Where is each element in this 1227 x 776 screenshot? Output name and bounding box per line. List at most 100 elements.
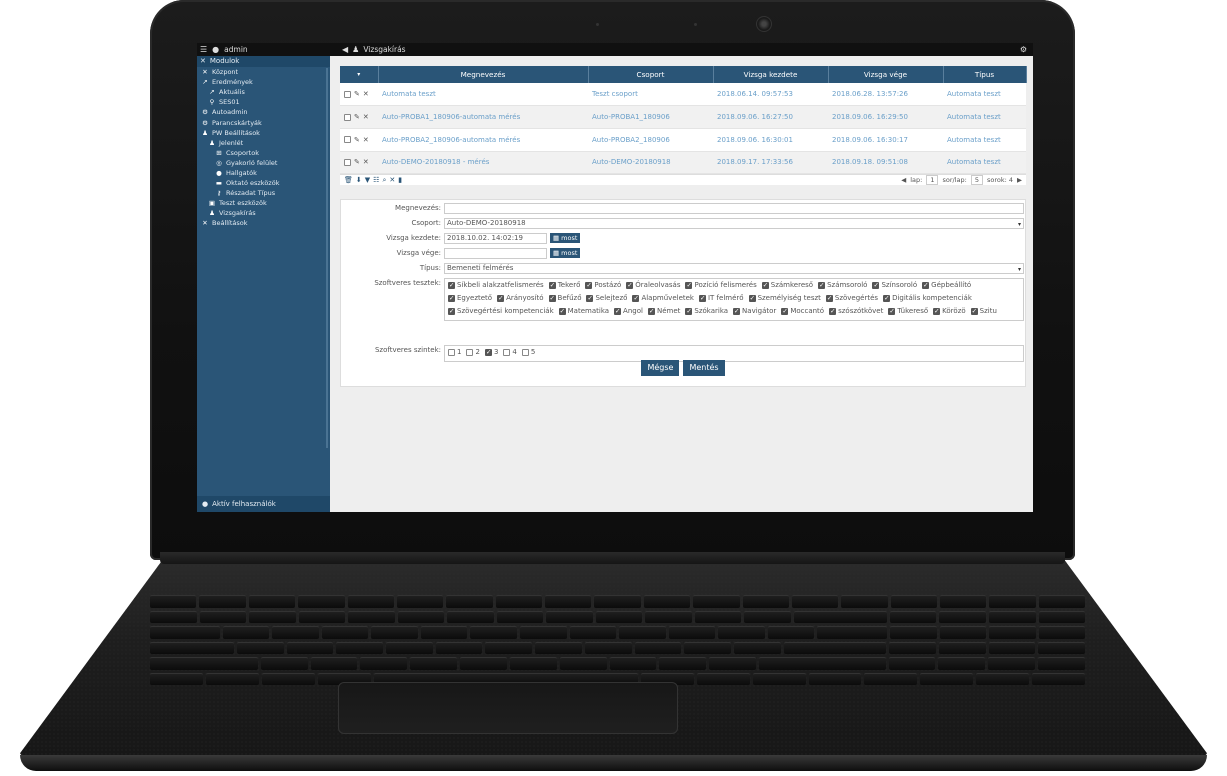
sidebar-item[interactable]: ◎ Gyakorló felület [197, 158, 330, 168]
sidebar-item[interactable]: ↗ Eredmények [197, 77, 330, 87]
test-checkbox[interactable]: Befűző [548, 293, 581, 304]
end-now-button[interactable]: ▦ most [550, 248, 581, 258]
test-checkbox[interactable]: Selejtező [586, 293, 627, 304]
table-row[interactable]: ✎ ✕ Auto-DEMO-20180918 - mérés Auto-DEMO-20… [340, 151, 1026, 175]
test-checkbox[interactable]: Síkbeli alakzatfelismerés [448, 280, 544, 291]
test-checkbox[interactable]: Német [647, 306, 680, 317]
active-users-footer[interactable]: ● Aktív felhasználók [197, 496, 330, 512]
sidebar-item[interactable]: ⚷ Részadat Típus [197, 188, 330, 198]
test-checkbox[interactable]: Tekerő [548, 280, 580, 291]
test-checkbox[interactable]: Szókarika [685, 306, 728, 317]
back-icon[interactable]: ◀ [342, 43, 348, 56]
save-button[interactable]: Mentés [683, 360, 725, 376]
row-checkbox[interactable] [344, 158, 351, 166]
columns-icon[interactable]: ☷ [373, 176, 379, 185]
name-input[interactable] [444, 203, 1024, 214]
delete-icon[interactable]: ✕ [363, 113, 369, 121]
sidebar-item[interactable]: ♟ PW Beállítások [197, 128, 330, 138]
test-checkbox[interactable]: Személyiség teszt [748, 293, 821, 304]
cancel-button[interactable]: Mégse [641, 360, 680, 376]
sidebar-item[interactable]: ↗ Aktuális [197, 87, 330, 97]
sidebar-item[interactable]: ⚲ SES01 [197, 97, 330, 107]
row-checkbox[interactable] [344, 90, 351, 98]
settings-gear-icon[interactable]: ⚙ [1020, 43, 1027, 56]
test-checkbox[interactable]: IT felmérő [698, 293, 744, 304]
sidebar-item[interactable]: ✕ Központ [197, 67, 330, 77]
test-checkbox[interactable]: Moccantó [781, 306, 824, 317]
test-checkbox[interactable]: Digitális kompetenciák [883, 293, 972, 304]
next-page-icon[interactable]: ▶ [1017, 176, 1022, 184]
test-checkbox[interactable]: Egyeztető [448, 293, 492, 304]
test-checkbox[interactable]: Postázó [585, 280, 621, 291]
test-checkbox[interactable]: Körözö [933, 306, 966, 317]
edit-icon[interactable]: ✎ [354, 90, 360, 98]
edit-icon[interactable]: ✎ [354, 113, 360, 121]
test-checkbox[interactable]: Szövegértés [825, 293, 878, 304]
current-user[interactable]: admin [224, 43, 248, 56]
delete-icon[interactable]: ✕ [363, 158, 369, 166]
test-checkbox[interactable]: szószótkövet [829, 306, 883, 317]
prev-page-icon[interactable]: ◀ [901, 176, 906, 184]
sidebar-item[interactable]: ● Hallgatók [197, 168, 330, 178]
sidebar-item[interactable]: ⚙ Autoadmin [197, 107, 330, 117]
sidebar-item[interactable]: ▣ Teszt eszközök [197, 198, 330, 208]
sidebar-item[interactable]: ✕ Beállítások [197, 218, 330, 228]
hamburger-menu-icon[interactable]: ☰ [200, 43, 207, 56]
test-checkbox[interactable]: Számkereső [761, 280, 813, 291]
level-checkbox[interactable]: 3 [484, 347, 498, 358]
grid-menu-header[interactable]: ▾ [340, 66, 379, 83]
download-icon[interactable]: ⬇ [356, 176, 362, 185]
edit-icon[interactable]: ✎ [354, 158, 360, 166]
sidebar-header[interactable]: ✕ Modulok [197, 56, 330, 67]
sidebar-item[interactable]: ⚙ Parancskártyák [197, 117, 330, 127]
sidebar-scrollbar[interactable] [326, 68, 328, 448]
test-checkbox[interactable]: Alapműveletek [632, 293, 694, 304]
chart-icon[interactable]: ▮ [398, 176, 402, 185]
sidebar-item[interactable]: ♟ Jelenlét [197, 138, 330, 148]
level-checkbox[interactable]: 5 [521, 347, 535, 358]
test-checkbox[interactable]: Matematika [558, 306, 609, 317]
start-now-button[interactable]: ▦ most [550, 233, 581, 243]
edit-icon[interactable]: ✎ [354, 136, 360, 144]
test-checkbox[interactable]: Színsoroló [872, 280, 917, 291]
sidebar-item[interactable]: ♟ Vizsgakírás [197, 208, 330, 218]
delete-icon[interactable]: 🗑 [344, 176, 353, 185]
delete-icon[interactable]: ✕ [363, 90, 369, 98]
test-checkbox[interactable]: Angol [614, 306, 643, 317]
test-checkbox[interactable]: Számsoroló [818, 280, 867, 291]
end-input[interactable] [444, 248, 547, 259]
test-checkbox[interactable]: Gépbeállító [922, 280, 971, 291]
column-header-type[interactable]: Típus [943, 66, 1027, 83]
table-row[interactable]: ✎ ✕ Automata teszt Teszt csoport 2018.06.14.… [340, 83, 1026, 107]
filter-icon[interactable]: ▼ [365, 176, 370, 185]
table-row[interactable]: ✎ ✕ Auto-PROBA1_180906-automata mérés Auto-… [340, 105, 1026, 129]
test-checkbox[interactable]: Tükereső [888, 306, 928, 317]
sidebar-item[interactable]: ⊞ Csoportok [197, 148, 330, 158]
type-select[interactable]: Bemeneti felmérés ▾ [444, 263, 1024, 274]
row-checkbox[interactable] [344, 113, 351, 121]
test-checkbox[interactable]: Szövegértési kompetenciák [448, 306, 554, 317]
clear-filter-icon[interactable]: ✕ [389, 176, 395, 185]
test-checkbox[interactable]: Navigátor [733, 306, 776, 317]
row-checkbox[interactable] [344, 136, 351, 144]
sidebar-item[interactable]: ▬ Oktató eszközök [197, 178, 330, 188]
test-checkbox[interactable]: Szitu [970, 306, 997, 317]
test-checkbox-label: Szövegértési kompetenciák [457, 307, 554, 315]
level-checkbox[interactable]: 4 [503, 347, 517, 358]
rows-per-page-select[interactable]: 5 [970, 175, 983, 186]
test-checkbox[interactable]: Pozíció felismerés [685, 280, 757, 291]
test-checkbox[interactable]: Arányosító [497, 293, 544, 304]
start-input[interactable]: 2018.10.02. 14:02:19 [444, 233, 547, 244]
column-header-group[interactable]: Csoport [588, 66, 714, 83]
level-checkbox[interactable]: 2 [466, 347, 480, 358]
column-header-end[interactable]: Vizsga vége [828, 66, 944, 83]
delete-icon[interactable]: ✕ [363, 136, 369, 144]
page-select[interactable]: 1 [926, 175, 939, 186]
test-checkbox[interactable]: Óraleolvasás [626, 280, 680, 291]
level-checkbox[interactable]: 1 [448, 347, 461, 358]
group-select[interactable]: Auto-DEMO-20180918 ▾ [444, 218, 1024, 229]
table-row[interactable]: ✎ ✕ Auto-PROBA2_180906-automata mérés Auto-… [340, 128, 1026, 152]
search-icon[interactable]: ⌕ [382, 176, 386, 185]
column-header-start[interactable]: Vizsga kezdete [713, 66, 829, 83]
column-header-name[interactable]: Megnevezés [378, 66, 589, 83]
